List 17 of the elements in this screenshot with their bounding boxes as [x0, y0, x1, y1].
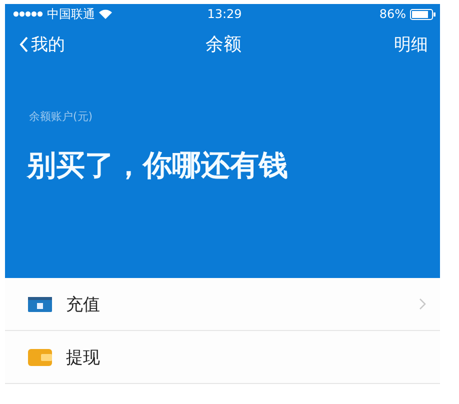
clock-time: 13:29 [207, 7, 242, 21]
row-label: 充值 [66, 294, 101, 316]
chevron-icon [419, 298, 426, 310]
page-title: 余额 [206, 33, 242, 56]
signal-icon [13, 11, 43, 17]
row-label: 提现 [66, 346, 101, 368]
wallet-icon [28, 348, 52, 366]
carrier-name: 中国联通 [47, 6, 95, 22]
battery-icon [410, 8, 436, 20]
balance-label: 余额账户(元) [29, 109, 94, 124]
details-link[interactable]: 明细 [394, 32, 428, 56]
balance-amount: 别买了，你哪还有钱 [27, 147, 289, 184]
back-link[interactable]: 我的 [19, 32, 206, 56]
banknote-icon [28, 296, 52, 312]
battery-percent: 86% [379, 7, 406, 21]
back-chevron-icon [19, 36, 29, 52]
wifi-icon [99, 9, 112, 19]
